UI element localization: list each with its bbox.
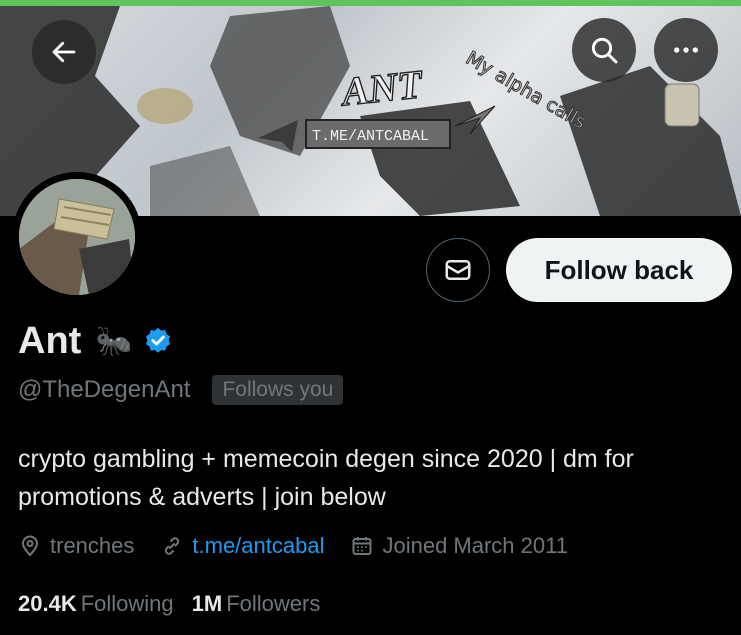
followers-count: 1M (191, 591, 223, 616)
joined-item: Joined March 2011 (350, 533, 568, 559)
follows-you-badge: Follows you (212, 375, 344, 405)
arrow-left-icon (52, 41, 76, 63)
username-handle: @TheDegenAnt (18, 376, 191, 403)
following-stat[interactable]: 20.4K Following (18, 591, 174, 617)
followers-stat[interactable]: 1M Followers (192, 591, 321, 617)
avatar-image (19, 179, 135, 295)
website-item[interactable]: t.me/antcabal (160, 533, 324, 559)
profile-bio: crypto gambling + memecoin degen since 2… (18, 445, 634, 511)
location-text: trenches (50, 533, 135, 558)
display-name: Ant (18, 319, 82, 362)
ant-emoji: 🐜 (95, 324, 133, 358)
followers-label: Followers (226, 591, 321, 616)
search-icon (591, 37, 618, 64)
message-button[interactable] (426, 238, 490, 302)
website-link[interactable]: t.me/antcabal (192, 533, 324, 559)
following-label: Following (80, 591, 174, 616)
following-count: 20.4K (18, 591, 77, 616)
more-horizontal-icon (674, 47, 698, 53)
avatar-frame (12, 172, 142, 302)
back-button[interactable] (32, 20, 96, 84)
more-options-button[interactable] (654, 18, 718, 82)
follow-back-button[interactable]: Follow back (506, 238, 732, 302)
envelope-icon (445, 260, 471, 280)
banner-title-text: ANT (337, 61, 426, 115)
link-icon (165, 537, 180, 555)
profile-meta: trenches t.me/antcabal Joined March 2011 (18, 533, 594, 559)
banner-link-text: T.ME/ANTCABAL (312, 128, 429, 145)
handle-row: @TheDegenAnt Follows you (18, 375, 344, 405)
joined-date: Joined March 2011 (382, 533, 568, 558)
follow-stats: 20.4K Following 1M Followers (18, 591, 338, 617)
calendar-icon (352, 537, 372, 555)
verified-badge-icon[interactable] (143, 326, 173, 356)
avatar[interactable] (19, 179, 135, 295)
name-row: Ant 🐜 (18, 318, 173, 364)
location-item: trenches (18, 533, 134, 559)
search-button[interactable] (572, 18, 636, 82)
location-pin-icon (21, 535, 39, 557)
